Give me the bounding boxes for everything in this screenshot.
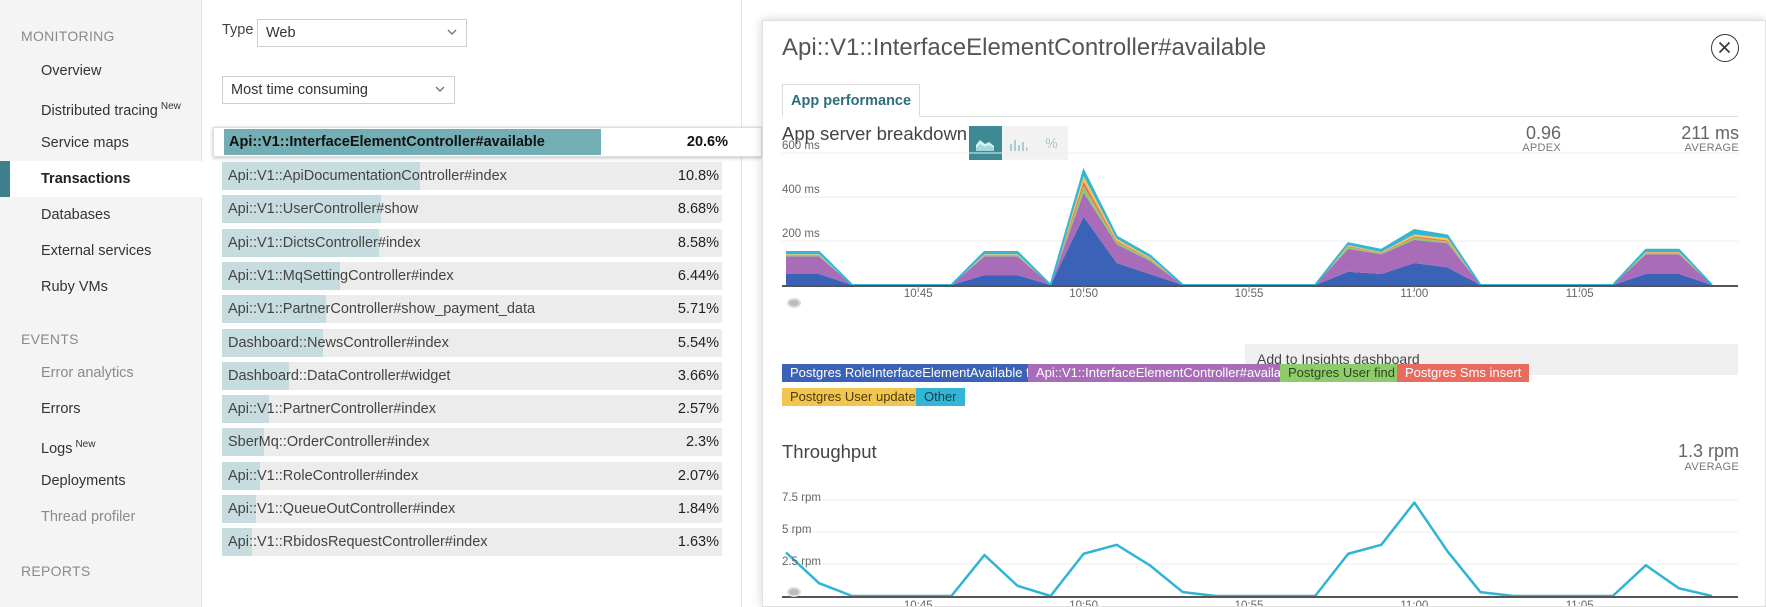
throughput-line (785, 501, 1713, 598)
transaction-name: Api::V1::PartnerController#index (228, 401, 436, 418)
transaction-name: Api::V1::ApiDocumentationController#inde… (228, 168, 507, 184)
sidebar-item-label: Deployments (41, 473, 126, 489)
nav-section-reports: REPORTS (21, 563, 91, 579)
table-row[interactable]: Api::V1::UserController#show 8.68% (222, 195, 722, 224)
transaction-percent: 2.57% (677, 401, 719, 418)
transaction-name: Api::V1::PartnerController#show_payment_… (228, 301, 536, 318)
type-select-value: Web (266, 25, 296, 41)
transaction-name: Api::V1::MqSettingController#index (228, 267, 454, 284)
transaction-percent: 3.66% (677, 367, 719, 384)
new-badge: New (75, 439, 96, 450)
table-row[interactable]: Api::V1::InterfaceElementController#avai… (213, 127, 762, 157)
transaction-name: Api::V1::RbidosRequestController#index (228, 534, 488, 551)
sidebar-item-label: External services (41, 243, 152, 259)
transactions-list-panel: Type Web Most time consuming Api::V1::In… (202, 0, 762, 607)
sort-select-value: Most time consuming (231, 82, 368, 98)
transaction-name: Api::V1::UserController#show (228, 201, 419, 218)
transaction-percent: 5.71% (677, 301, 719, 318)
nav-section-monitoring: MONITORING (21, 28, 115, 44)
transaction-percent: 8.68% (677, 201, 719, 218)
transaction-percent: 2.3% (685, 434, 719, 451)
table-row[interactable]: Api::V1::QueueOutController#index 1.84% (222, 495, 722, 523)
y-tick-label: 2.5 rpm (782, 556, 821, 568)
new-badge: New (160, 101, 181, 112)
throughput-line-chart (782, 499, 1738, 598)
table-row[interactable]: Api::V1::PartnerController#show_payment_… (222, 295, 722, 324)
transaction-percent: 20.6% (686, 134, 728, 150)
sidebar-item-errors[interactable]: Errors (0, 391, 202, 427)
sidebar-item-transactions[interactable]: Transactions (0, 161, 202, 197)
sidebar-item-deployments[interactable]: Deployments (0, 463, 202, 499)
sidebar-item-label: Transactions (41, 171, 131, 187)
transaction-percent: 1.84% (677, 501, 719, 517)
table-row[interactable]: Api::V1::PartnerController#index 2.57% (222, 395, 722, 424)
transaction-detail-panel: Api::V1::InterfaceElementController#avai… (762, 20, 1766, 607)
sidebar-item-label: Errors (41, 401, 81, 417)
table-row[interactable]: Api::V1::RoleController#index 2.07% (222, 461, 722, 490)
sidebar-item-label: Error analytics (41, 365, 134, 381)
transaction-name: Dashboard::NewsController#index (228, 334, 449, 351)
sidebar-item-label: Databases (41, 207, 111, 223)
type-select[interactable]: Web (257, 19, 467, 47)
sidebar-item-label: Ruby VMs (41, 279, 108, 295)
table-row[interactable]: SberMq::OrderController#index 2.3% (222, 428, 722, 457)
x-tick-label: 11:05 (1565, 600, 1594, 607)
x-tick-label: 10:55 (1234, 600, 1264, 607)
sidebar-item-error-analytics[interactable]: Error analytics (0, 355, 202, 391)
table-row[interactable]: Dashboard::DataController#widget 3.66% (222, 361, 722, 390)
transaction-name: Api::V1::RoleController#index (228, 467, 419, 484)
transaction-percent: 8.58% (677, 234, 719, 251)
sidebar-item-label: Distributed tracing (41, 102, 158, 119)
transaction-percent: 10.8% (677, 168, 719, 184)
sidebar: MONITORING Overview Distributed tracing New… (0, 0, 202, 607)
transaction-name: Api::V1::InterfaceElementController#avai… (229, 134, 545, 150)
sidebar-item-label: Logs (41, 440, 73, 457)
sidebar-item-thread-profiler[interactable]: Thread profiler (0, 499, 202, 535)
type-filter-label: Type (222, 22, 254, 38)
sidebar-item-ruby-vms[interactable]: Ruby VMs (0, 269, 202, 305)
nav-section-events: EVENTS (21, 331, 79, 347)
table-row[interactable]: Api::V1::DictsController#index 8.58% (222, 228, 722, 257)
transaction-percent: 5.54% (677, 334, 719, 351)
sidebar-item-overview[interactable]: Overview (0, 53, 202, 89)
sidebar-item-service-maps[interactable]: Service maps (0, 125, 202, 161)
transaction-percent: 6.44% (677, 267, 719, 284)
sidebar-item-databases[interactable]: Databases (0, 197, 202, 233)
transaction-name: Dashboard::DataController#widget (228, 367, 451, 384)
sidebar-item-label: Service maps (41, 135, 129, 151)
transaction-name: SberMq::OrderController#index (228, 434, 430, 451)
x-tick-label: 10:45 (903, 600, 933, 607)
sort-select[interactable]: Most time consuming (222, 76, 455, 104)
sidebar-item-distributed-tracing[interactable]: Distributed tracing New (0, 89, 202, 125)
chevron-down-icon (447, 29, 457, 35)
table-row[interactable]: Dashboard::NewsController#index 5.54% (222, 328, 722, 357)
sidebar-item-external-services[interactable]: External services (0, 233, 202, 269)
table-row[interactable]: Api::V1::MqSettingController#index 6.44% (222, 261, 722, 290)
sidebar-item-logs[interactable]: Logs New (0, 427, 202, 463)
chevron-down-icon (435, 86, 445, 92)
table-row[interactable]: Api::V1::ApiDocumentationController#inde… (222, 162, 722, 190)
transaction-name: Api::V1::DictsController#index (228, 234, 421, 251)
y-tick-label: 7.5 rpm (782, 492, 821, 504)
transaction-percent: 2.07% (677, 467, 719, 484)
throughput-range-handle[interactable] (787, 587, 801, 597)
transaction-name: Api::V1::QueueOutController#index (228, 501, 456, 517)
x-tick-label: 11:00 (1400, 600, 1429, 607)
sidebar-item-label: Thread profiler (41, 509, 136, 525)
sidebar-item-label: Overview (41, 63, 102, 79)
table-row[interactable]: Api::V1::RbidosRequestController#index 1.… (222, 528, 722, 557)
x-tick-label: 10:50 (1069, 600, 1099, 607)
transaction-percent: 1.63% (677, 534, 719, 551)
y-tick-label: 5 rpm (782, 524, 812, 536)
